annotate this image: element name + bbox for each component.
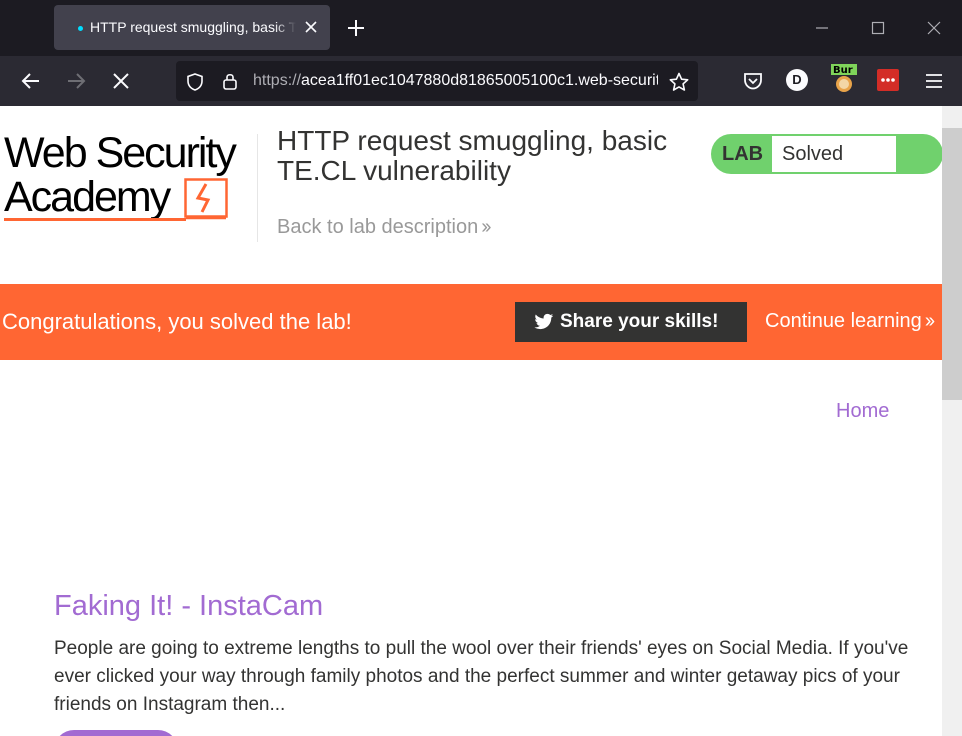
url-host: acea1ff01ec1047880d81865005100c1.web-sec… [301,72,658,89]
browser-tab[interactable]: HTTP request smuggling, basic TE.CL vuln… [54,5,330,50]
twitter-icon [534,313,554,330]
congratulations-message: Congratulations, you solved the lab! [2,309,352,334]
double-chevron-right-icon: ›› [924,310,935,332]
browser-titlebar: HTTP request smuggling, basic TE.CL vuln… [0,0,962,56]
lastpass-icon[interactable] [877,69,899,91]
pocket-icon[interactable] [740,68,766,94]
tracking-shield-icon[interactable] [185,72,205,92]
url-text[interactable]: https://acea1ff01ec1047880d81865005100c1… [253,72,658,90]
scrollbar-thumb[interactable] [942,128,962,400]
logo-line-2: Academy [4,173,171,221]
logo-underline [4,218,186,221]
lab-badge-status: Solved [772,136,896,172]
post-excerpt: People are going to extreme lengths to p… [54,638,909,715]
tab-close-icon[interactable] [302,18,320,36]
academy-logo[interactable]: Web Security Academy [4,132,254,226]
bookmark-star-icon[interactable] [668,71,690,93]
back-to-lab-description-link[interactable]: Back to lab description ›› [277,216,492,239]
back-link-label: Back to lab description [277,216,479,238]
forward-arrow-icon[interactable] [63,68,89,94]
tab-loading-dot [78,26,83,31]
hamburger-menu-icon[interactable] [921,68,947,94]
browser-navbar: https://acea1ff01ec1047880d81865005100c1… [0,56,962,106]
post-title-link[interactable]: Faking It! - InstaCam [54,590,323,623]
maximize-icon[interactable] [864,14,892,42]
lab-badge-label: LAB [722,143,764,165]
header-divider [257,134,258,242]
continue-learning-link[interactable]: Continue learning ›› [765,310,935,333]
logo-line-1: Web Security [4,129,237,177]
lab-title: HTTP request smuggling, basic TE.CL vuln… [277,125,668,186]
solved-banner: Congratulations, you solved the lab! Sha… [0,284,942,360]
view-post-button[interactable] [54,730,178,736]
tab-title: HTTP request smuggling, basic TE.CL vuln… [90,19,296,35]
lock-icon[interactable] [220,71,240,91]
burp-extension-icon[interactable]: Bur [831,64,857,94]
back-arrow-icon[interactable] [18,68,44,94]
account-avatar[interactable]: D [786,69,808,91]
page-content: Web Security Academy HTTP request smuggl… [0,106,942,736]
window-close-icon[interactable] [920,14,948,42]
academy-lightning-icon [184,178,228,220]
lab-status-badge: LAB Solved [711,134,942,174]
home-link[interactable]: Home [836,400,889,423]
double-chevron-right-icon: ›› [481,216,491,238]
minimize-icon[interactable] [808,14,836,42]
continue-learning-label: Continue learning [765,310,922,332]
new-tab-icon[interactable] [345,17,367,39]
stop-loading-icon[interactable] [108,68,134,94]
share-skills-button[interactable]: Share your skills! [515,302,747,342]
burp-label: Bur [833,65,853,76]
share-skills-label: Share your skills! [560,311,719,332]
url-scheme: https:// [253,72,302,89]
address-bar[interactable]: https://acea1ff01ec1047880d81865005100c1… [176,61,698,101]
